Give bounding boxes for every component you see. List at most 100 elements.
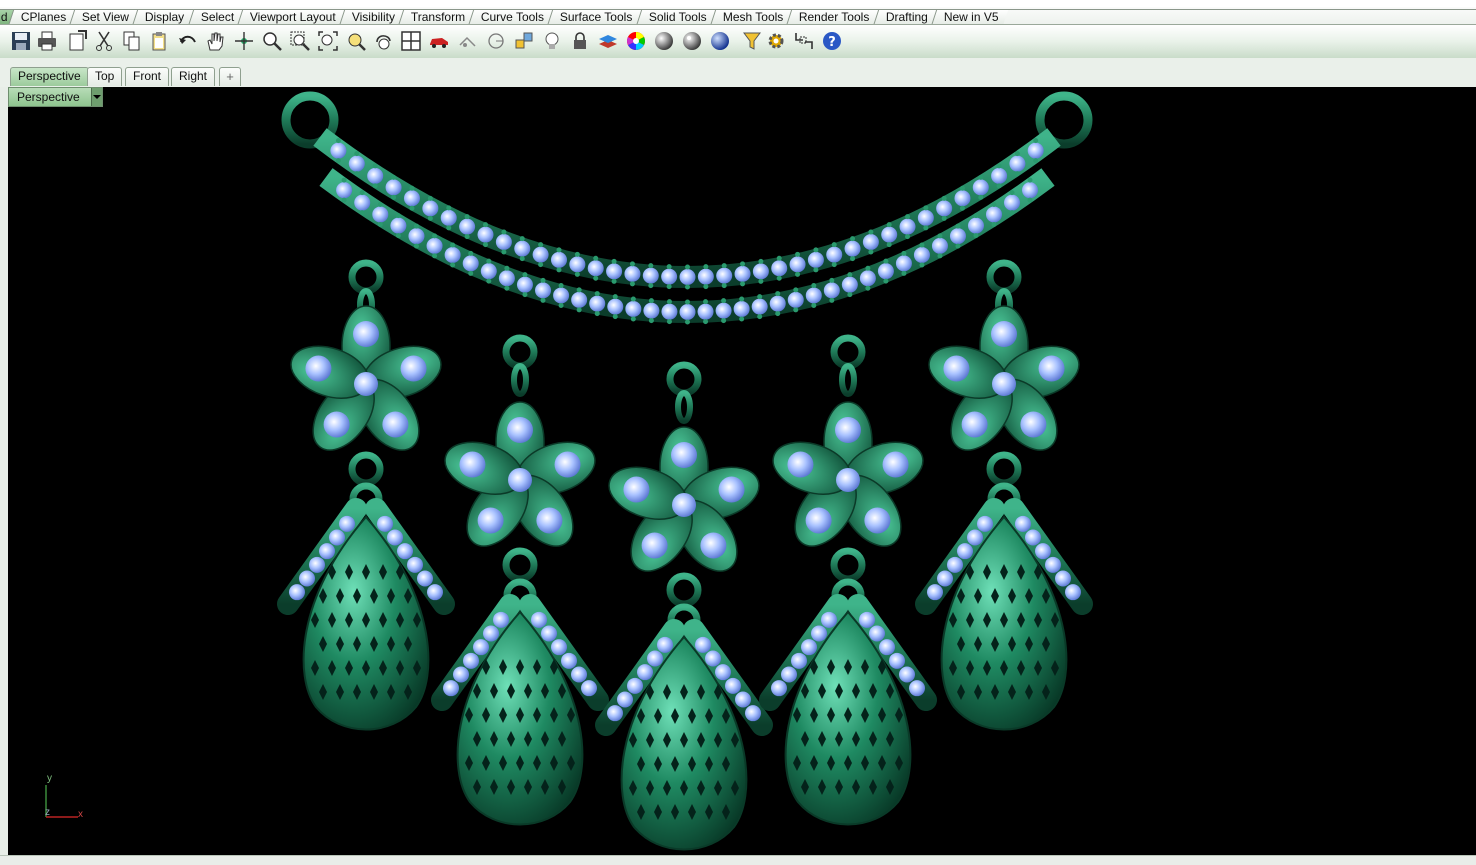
shape-tool-icon[interactable] [512,29,536,53]
prong [359,210,365,216]
prong [593,275,599,281]
gem-stone [459,451,486,478]
render-icon[interactable] [708,29,732,53]
tab-top[interactable]: Top [87,67,123,86]
menu-tab-mesh-tools[interactable]: Mesh Tools [710,9,793,24]
zoom-selected-icon[interactable] [344,29,368,53]
menu-tab-transform[interactable]: Transform [398,9,475,24]
prong [685,319,690,325]
prong [955,223,961,229]
settings-gear-icon[interactable] [764,29,788,53]
gem-stone [949,228,966,245]
prong [996,183,1002,189]
copy-icon[interactable] [120,29,144,53]
paste-icon[interactable] [147,29,171,53]
dimension-icon[interactable] [792,29,816,53]
zoom-extents-icon[interactable] [316,29,340,53]
prong [1033,158,1039,164]
gem-stone [899,218,916,235]
prong [775,311,781,317]
filter-icon[interactable] [740,29,764,53]
prong [558,282,564,288]
prong [501,249,507,255]
gem-stone [661,303,678,320]
gem-stone [781,666,797,683]
perspective-viewport[interactable]: Perspective y z x [8,87,1476,855]
gem-stone [972,179,989,196]
cut-icon[interactable] [92,29,116,53]
light-bulb-icon[interactable] [540,29,564,53]
gem-stone [805,507,832,534]
prong [923,225,929,231]
zoom-window-icon[interactable] [288,29,312,53]
camera-icon[interactable] [456,29,480,53]
menu-tab-render-tools[interactable]: Render Tools [786,9,879,24]
color-wheel-icon[interactable] [624,29,648,53]
four-viewports-icon[interactable] [399,29,423,53]
menu-tab-visibility[interactable]: Visibility [339,9,405,24]
tab-right[interactable]: Right [171,67,216,86]
svg-text:?: ? [828,35,836,50]
gem-stone [299,570,315,587]
jump-ring [511,363,529,397]
prong [666,264,672,270]
gem-stone [864,507,891,534]
gem-stone [403,190,420,207]
gem-stone [372,206,389,223]
gem-stone [463,652,479,669]
jump-ring [666,361,702,397]
lock-icon[interactable] [568,29,592,53]
print-icon[interactable] [35,29,59,53]
gem-stone [991,167,1008,184]
gem-stone [444,246,461,263]
rendered-sphere-icon[interactable] [680,29,704,53]
prong [377,201,383,207]
page-setup-icon[interactable] [65,29,89,53]
car-icon[interactable] [427,29,451,53]
gem-stone [551,639,567,656]
gem-stone [336,182,353,199]
gem-stone [889,652,905,669]
circle-tool-icon[interactable] [484,29,508,53]
prong [558,302,564,308]
add-viewport-tab[interactable]: + [219,67,241,86]
undo-icon[interactable] [176,29,200,53]
prong [648,263,654,269]
undo-view-icon[interactable] [372,29,396,53]
menu-tab-curve-tools[interactable]: Curve Tools [468,9,554,24]
prong [685,284,690,290]
jump-ring [666,572,702,608]
shaded-sphere-icon[interactable] [652,29,676,53]
gem-stone [339,515,355,532]
gem-stone [657,636,673,653]
menu-tab-select[interactable]: Select [188,9,244,24]
rotate-view-icon[interactable] [232,29,256,53]
layer-icon[interactable] [596,29,620,53]
tab-perspective[interactable]: Perspective [10,67,89,86]
pan-hand-icon[interactable] [203,29,227,53]
prong [886,242,892,248]
chevron-down-icon[interactable] [90,88,102,106]
menu-tab-drafting[interactable]: Drafting [873,9,938,24]
help-icon[interactable]: ? [820,29,844,53]
prong [757,294,763,300]
menu-tab-surface-tools[interactable]: Surface Tools [547,9,643,24]
viewport-title[interactable]: Perspective [8,87,103,107]
gem-stone [382,411,409,438]
gem-stone [801,639,817,656]
zoom-icon[interactable] [260,29,284,53]
menu-tab-set-view[interactable]: Set View [69,9,139,24]
menu-tab-solid-tools[interactable]: Solid Tools [636,9,717,24]
save-icon[interactable] [9,29,33,53]
menu-tab-display[interactable]: Display [132,9,194,24]
prong [703,319,709,325]
prong [450,262,456,268]
gem-stone [319,543,335,560]
menu-tab-viewport-layout[interactable]: Viewport Layout [237,9,346,24]
tab-front[interactable]: Front [125,67,170,86]
prong [813,267,819,273]
menu-tab-cplanes[interactable]: CPlanes [8,9,76,24]
prong [901,270,907,276]
gem-stone [377,515,393,532]
jump-ring [348,259,384,295]
